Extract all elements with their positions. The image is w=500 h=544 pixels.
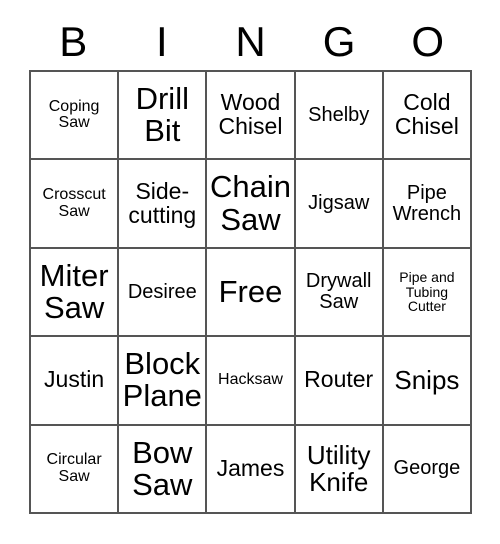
bingo-cell-label: Side-cutting [128,177,197,228]
bingo-cell-label: Justin [44,366,105,393]
bingo-cell-label: Snips [394,364,460,395]
bingo-cell[interactable]: Chain Saw [207,160,296,249]
bingo-cell-label: Cold Chisel [394,89,459,140]
bingo-cell[interactable]: James [207,425,296,514]
bingo-cell-label: Pipe Wrench [392,181,462,225]
bingo-cell-label: Shelby [308,103,370,126]
bingo-cell-label: Drill Bit [135,80,189,149]
bingo-cell[interactable]: Justin [31,337,120,426]
bingo-cell[interactable]: Desiree [119,248,208,338]
bingo-cell-label: Bow Saw [132,434,193,502]
bingo-card: B I N G O Coping Saw Drill Bit Wood Chisel… [0,0,500,544]
bingo-cell-label: Utility Knife [306,439,371,497]
bingo-header-letter-b: B [59,18,88,65]
bingo-cell[interactable]: Block Plane [119,337,208,426]
bingo-header-letter-i: I [156,18,168,65]
bingo-cell-label: Circular Saw [46,451,102,485]
bingo-header-letter-n: N [235,18,266,65]
bingo-cell-label: Jigsaw [308,192,370,215]
bingo-header-letter-g: G [322,18,356,65]
bingo-cell-label: Crosscut Saw [42,185,106,220]
bingo-cell-label: Free [218,273,283,309]
bingo-cell[interactable]: Drywall Saw [295,248,384,338]
bingo-cell[interactable]: Pipe and Tubing Cutter [383,248,472,338]
bingo-cell[interactable]: George [383,425,472,514]
bingo-cell-label: Miter Saw [39,257,109,325]
bingo-cell[interactable]: Crosscut Saw [31,160,120,249]
bingo-cell[interactable]: Circular Saw [31,425,120,514]
bingo-cell[interactable]: Pipe Wrench [383,160,472,249]
bingo-cell-label: Coping Saw [48,97,100,132]
bingo-cell[interactable]: Snips [383,337,472,426]
bingo-cell[interactable]: Cold Chisel [383,72,472,161]
bingo-cell[interactable]: Shelby [295,72,384,161]
bingo-cell-free-space[interactable]: Free [207,248,296,338]
bingo-cell[interactable]: Wood Chisel [207,72,296,161]
bingo-cell[interactable]: Hacksaw [207,337,296,426]
bingo-cell-label: Desiree [127,280,197,303]
bingo-cell-label: Block Plane [122,346,202,414]
bingo-cell-label: Drywall Saw [305,270,372,313]
bingo-cell[interactable]: Router [295,337,384,426]
bingo-cell[interactable]: Side-cutting [119,160,208,249]
bingo-cell-label: Chain Saw [209,169,291,237]
bingo-cell-label: Router [304,366,374,393]
bingo-cell-label: James [216,454,285,481]
bingo-cell[interactable]: Jigsaw [295,160,384,249]
bingo-header-row: B I N G O [29,14,472,70]
bingo-cell[interactable]: Miter Saw [31,248,120,338]
bingo-cell[interactable]: Utility Knife [295,425,384,514]
bingo-cell-label: Hacksaw [218,371,283,389]
bingo-cell-label: George [393,457,461,480]
bingo-cell-label: Pipe and Tubing Cutter [399,269,455,315]
bingo-cell-label: Wood Chisel [218,89,283,140]
bingo-cell[interactable]: Bow Saw [119,425,208,514]
bingo-cell[interactable]: Drill Bit [119,72,208,161]
bingo-cell[interactable]: Coping Saw [31,72,120,161]
bingo-grid: Coping Saw Drill Bit Wood Chisel Shelby Cold… [29,70,472,514]
bingo-header-letter-o: O [411,18,444,65]
